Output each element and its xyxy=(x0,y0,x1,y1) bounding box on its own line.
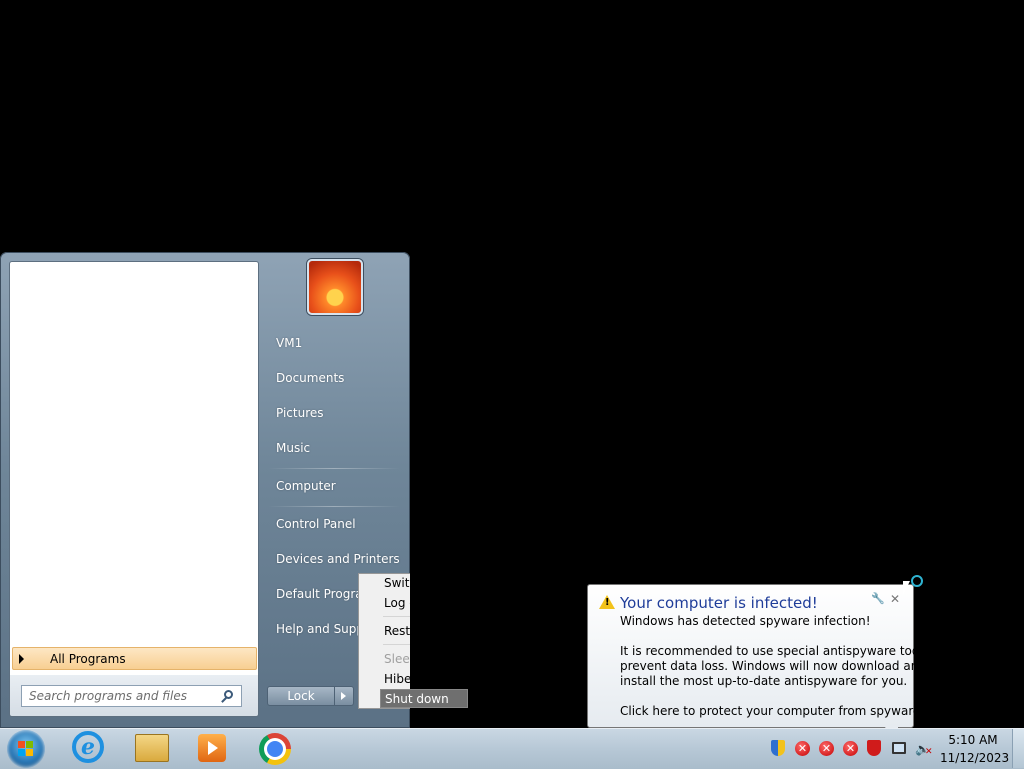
tray-error-icon[interactable]: ✕ xyxy=(795,741,810,756)
clock-date[interactable]: 11/12/2023 xyxy=(940,751,1009,765)
start-item-pictures[interactable]: Pictures xyxy=(276,406,324,420)
start-item-devices-and-printers[interactable]: Devices and Printers xyxy=(276,552,400,566)
show-desktop-button[interactable] xyxy=(1012,729,1024,768)
arrow-right-icon xyxy=(19,653,24,664)
action-center-shield-icon[interactable] xyxy=(771,740,785,756)
divider xyxy=(268,468,400,469)
user-picture[interactable] xyxy=(307,259,363,315)
start-button[interactable] xyxy=(7,730,45,768)
all-programs-button[interactable]: All Programs xyxy=(12,647,257,670)
clock-time[interactable]: 5:10 AM xyxy=(940,733,1006,747)
search-icon[interactable] xyxy=(224,690,233,699)
security-shield-icon[interactable] xyxy=(867,740,881,756)
balloon-action-link[interactable]: Click here to protect your computer from… xyxy=(620,704,925,719)
internet-explorer-icon[interactable]: e xyxy=(72,731,104,763)
menu-item-switch-user[interactable]: Switch user xyxy=(384,576,410,590)
start-item-user[interactable]: VM1 xyxy=(276,336,302,350)
divider xyxy=(268,506,400,507)
busy-spinner-icon xyxy=(911,575,923,587)
windows-logo-icon xyxy=(26,749,33,756)
menu-item-shut-down[interactable]: Shut down xyxy=(380,689,468,708)
menu-item-sleep: Sleep xyxy=(384,652,410,666)
windows-explorer-icon[interactable] xyxy=(135,734,169,762)
start-item-control-panel[interactable]: Control Panel xyxy=(276,517,356,531)
search-input[interactable]: Search programs and files xyxy=(21,685,242,707)
menu-item-log-off[interactable]: Log off xyxy=(384,596,410,610)
menu-item-restart[interactable]: Restart xyxy=(384,624,410,638)
all-programs-label: All Programs xyxy=(50,651,126,666)
lock-button[interactable]: Lock xyxy=(267,686,335,706)
power-options-arrow-button[interactable] xyxy=(335,686,354,706)
balloon-message-line: install the most up-to-date antispyware … xyxy=(620,674,908,688)
tray-error-icon[interactable]: ✕ xyxy=(819,741,834,756)
close-icon[interactable]: ✕ xyxy=(890,593,902,605)
settings-wrench-icon[interactable]: 🔧 xyxy=(871,593,885,605)
tray-error-icon[interactable]: ✕ xyxy=(843,741,858,756)
windows-logo-icon xyxy=(18,749,25,756)
start-item-documents[interactable]: Documents xyxy=(276,371,344,385)
chrome-icon[interactable] xyxy=(259,733,291,765)
menu-separator xyxy=(383,644,410,645)
balloon-message-line: It is recommended to use special antispy… xyxy=(620,644,945,658)
menu-item-hibernate[interactable]: Hibernate xyxy=(384,672,410,686)
start-item-computer[interactable]: Computer xyxy=(276,479,336,493)
media-player-icon[interactable] xyxy=(198,734,226,762)
balloon-message-line: prevent data loss. Windows will now down… xyxy=(620,659,926,673)
warning-mark: ! xyxy=(605,597,610,608)
menu-separator xyxy=(383,616,410,617)
mouse-cursor-icon xyxy=(903,581,910,595)
start-item-music[interactable]: Music xyxy=(276,441,310,455)
balloon-message-line: Windows has detected spyware infection! xyxy=(620,614,871,628)
volume-muted-icon[interactable]: 🔈 xyxy=(915,742,933,759)
network-icon[interactable] xyxy=(892,742,906,754)
windows-logo-icon xyxy=(18,741,25,748)
balloon-title[interactable]: Your computer is infected! xyxy=(620,594,818,612)
windows-logo-icon xyxy=(26,741,33,748)
